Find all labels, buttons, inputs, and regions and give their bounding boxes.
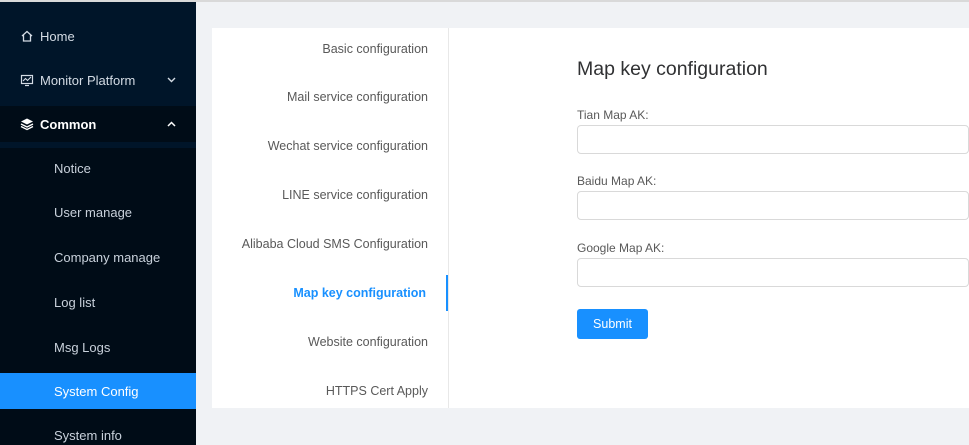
google-map-ak-label: Google Map AK: [577, 241, 665, 255]
tab-map-key-configuration[interactable]: Map key configuration [212, 275, 448, 311]
sidebar-item-label: Monitor Platform [40, 72, 136, 88]
sidebar-item-monitor-platform[interactable]: Monitor Platform [0, 62, 196, 98]
sidebar: Home Monitor Platform Common Notice User… [0, 2, 196, 445]
config-panel: Basic configuration Mail service configu… [212, 28, 969, 408]
tab-line-service-configuration[interactable]: LINE service configuration [212, 177, 448, 213]
tab-website-configuration[interactable]: Website configuration [212, 324, 448, 360]
tab-https-cert-apply[interactable]: HTTPS Cert Apply [212, 373, 448, 409]
tab-basic-configuration[interactable]: Basic configuration [212, 31, 448, 67]
sidebar-item-label: Common [40, 116, 97, 132]
chevron-down-icon [167, 75, 176, 85]
sidebar-item-user-manage[interactable]: User manage [0, 194, 196, 230]
baidu-map-ak-input[interactable] [577, 191, 969, 220]
sidebar-item-home[interactable]: Home [0, 18, 196, 54]
google-map-ak-input[interactable] [577, 258, 969, 287]
tab-alibaba-cloud-sms-configuration[interactable]: Alibaba Cloud SMS Configuration [212, 226, 448, 262]
sidebar-item-company-manage[interactable]: Company manage [0, 239, 196, 275]
tian-map-ak-input[interactable] [577, 125, 969, 154]
config-tab-list: Basic configuration Mail service configu… [212, 28, 449, 408]
sidebar-item-label: System info [54, 427, 122, 443]
sidebar-item-msg-logs[interactable]: Msg Logs [0, 329, 196, 365]
sidebar-item-label: Company manage [54, 249, 161, 265]
submit-button[interactable]: Submit [577, 309, 648, 339]
home-icon [20, 29, 34, 43]
monitor-icon [20, 73, 34, 87]
stack-icon [20, 117, 34, 131]
sidebar-item-system-config[interactable]: System Config [0, 373, 196, 409]
sidebar-item-notice[interactable]: Notice [0, 150, 196, 186]
sidebar-item-label: Home [40, 28, 75, 44]
page-title: Map key configuration [577, 58, 768, 80]
sidebar-item-label: System Config [54, 383, 139, 399]
sidebar-item-log-list[interactable]: Log list [0, 284, 196, 320]
sidebar-item-label: Notice [54, 160, 91, 176]
sidebar-item-label: User manage [54, 204, 133, 220]
chevron-up-icon [167, 119, 176, 129]
sidebar-item-common[interactable]: Common [0, 106, 196, 142]
tab-wechat-service-configuration[interactable]: Wechat service configuration [212, 128, 448, 164]
sidebar-item-label: Log list [54, 294, 96, 310]
sidebar-item-system-info[interactable]: System info [0, 417, 196, 445]
baidu-map-ak-label: Baidu Map AK: [577, 174, 657, 188]
sidebar-item-label: Msg Logs [54, 339, 111, 355]
tian-map-ak-label: Tian Map AK: [577, 108, 649, 122]
tab-mail-service-configuration[interactable]: Mail service configuration [212, 79, 448, 115]
